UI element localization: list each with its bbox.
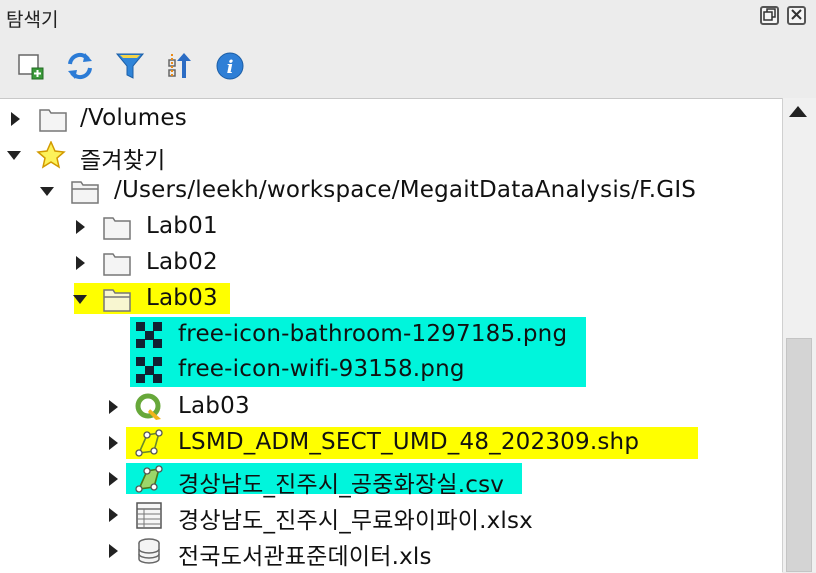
- vector-polygon-icon: [135, 429, 163, 457]
- tree-item-label: free-icon-wifi-93158.png: [178, 356, 465, 382]
- expand-arrow-icon[interactable]: [76, 256, 85, 270]
- tree-item-label: Lab03: [178, 393, 250, 419]
- properties-button[interactable]: i: [212, 48, 248, 84]
- filter-icon: [115, 53, 145, 79]
- browser-tree: /Volumes 즐겨찾기 /Users/leekh/workspace/Meg…: [0, 98, 782, 573]
- vector-polygon-icon: [135, 465, 163, 493]
- database-icon: [138, 538, 160, 564]
- open-folder-icon: [103, 289, 131, 312]
- svg-text:i: i: [227, 57, 234, 78]
- add-layer-icon: [18, 54, 44, 80]
- panel-titlebar: 탐색기: [0, 0, 816, 36]
- tree-item-label: /Users/leekh/workspace/MegaitDataAnalysi…: [114, 177, 697, 203]
- tree-item-lab03-folder[interactable]: Lab03: [0, 281, 782, 317]
- add-layer-button[interactable]: [12, 48, 48, 84]
- tree-item-xls[interactable]: 전국도서관표준데이터.xls: [0, 533, 782, 570]
- scroll-up-arrow-icon[interactable]: [789, 106, 807, 117]
- spreadsheet-icon: [136, 502, 162, 529]
- scrollbar-thumb[interactable]: [786, 338, 812, 572]
- float-icon: [763, 8, 776, 21]
- raster-icon: [136, 357, 162, 383]
- tree-item-label: 경상남도_진주시_무료와이파이.xlsx: [178, 508, 533, 534]
- tree-item-label: LSMD_ADM_SECT_UMD_48_202309.shp: [178, 429, 640, 455]
- tree-item-png-bathroom[interactable]: free-icon-bathroom-1297185.png: [0, 317, 782, 353]
- collapse-all-icon: [168, 53, 191, 78]
- expand-arrow-icon[interactable]: [109, 436, 118, 450]
- vertical-scrollbar[interactable]: [782, 98, 816, 572]
- tree-item-label: Lab02: [146, 249, 218, 275]
- open-folder-icon: [71, 181, 99, 204]
- star-icon: [36, 141, 66, 169]
- qgis-project-icon: [135, 393, 161, 420]
- collapse-all-button[interactable]: [162, 48, 198, 84]
- close-panel-button[interactable]: [787, 6, 806, 25]
- tree-item-project-folder[interactable]: /Users/leekh/workspace/MegaitDataAnalysi…: [0, 173, 782, 209]
- filter-button[interactable]: [112, 48, 148, 84]
- tree-item-lab03-project[interactable]: Lab03: [0, 389, 782, 425]
- folder-icon: [39, 109, 67, 132]
- panel-title: 탐색기: [6, 9, 59, 31]
- refresh-button[interactable]: [62, 48, 98, 84]
- close-icon: [791, 9, 802, 20]
- collapse-arrow-icon[interactable]: [73, 295, 87, 304]
- refresh-icon: [68, 52, 92, 80]
- tree-item-lab02[interactable]: Lab02: [0, 245, 782, 281]
- folder-icon: [103, 253, 131, 276]
- collapse-arrow-icon[interactable]: [40, 187, 54, 196]
- tree-item-label: 경상남도_진주시_공중화장실.csv: [178, 472, 505, 498]
- tree-item-label: free-icon-bathroom-1297185.png: [178, 321, 568, 347]
- tree-item-label: Lab01: [146, 213, 218, 239]
- expand-arrow-icon[interactable]: [109, 472, 118, 486]
- tree-item-xlsx[interactable]: 경상남도_진주시_무료와이파이.xlsx: [0, 497, 782, 534]
- collapse-arrow-icon[interactable]: [7, 151, 21, 160]
- expand-arrow-icon[interactable]: [76, 220, 85, 234]
- float-panel-button[interactable]: [760, 6, 779, 25]
- info-icon: i: [216, 52, 244, 80]
- tree-item-label: 전국도서관표준데이터.xls: [178, 544, 432, 570]
- tree-item-label: Lab03: [146, 285, 218, 311]
- expand-arrow-icon[interactable]: [109, 400, 118, 414]
- tree-item-label: 즐겨찾기: [80, 148, 166, 174]
- browser-toolbar: i: [0, 36, 816, 98]
- tree-item-label: /Volumes: [80, 105, 187, 131]
- tree-item-csv[interactable]: 경상남도_진주시_공중화장실.csv: [0, 461, 782, 498]
- raster-icon: [136, 322, 162, 348]
- expand-arrow-icon[interactable]: [11, 112, 20, 126]
- expand-arrow-icon[interactable]: [109, 544, 118, 558]
- tree-item-shapefile[interactable]: LSMD_ADM_SECT_UMD_48_202309.shp: [0, 425, 782, 461]
- folder-icon: [103, 217, 131, 240]
- tree-item-png-wifi[interactable]: free-icon-wifi-93158.png: [0, 352, 782, 388]
- expand-arrow-icon[interactable]: [109, 508, 118, 522]
- tree-item-favorites[interactable]: 즐겨찾기: [0, 137, 782, 174]
- tree-item-volumes[interactable]: /Volumes: [0, 101, 782, 137]
- tree-item-lab01[interactable]: Lab01: [0, 209, 782, 245]
